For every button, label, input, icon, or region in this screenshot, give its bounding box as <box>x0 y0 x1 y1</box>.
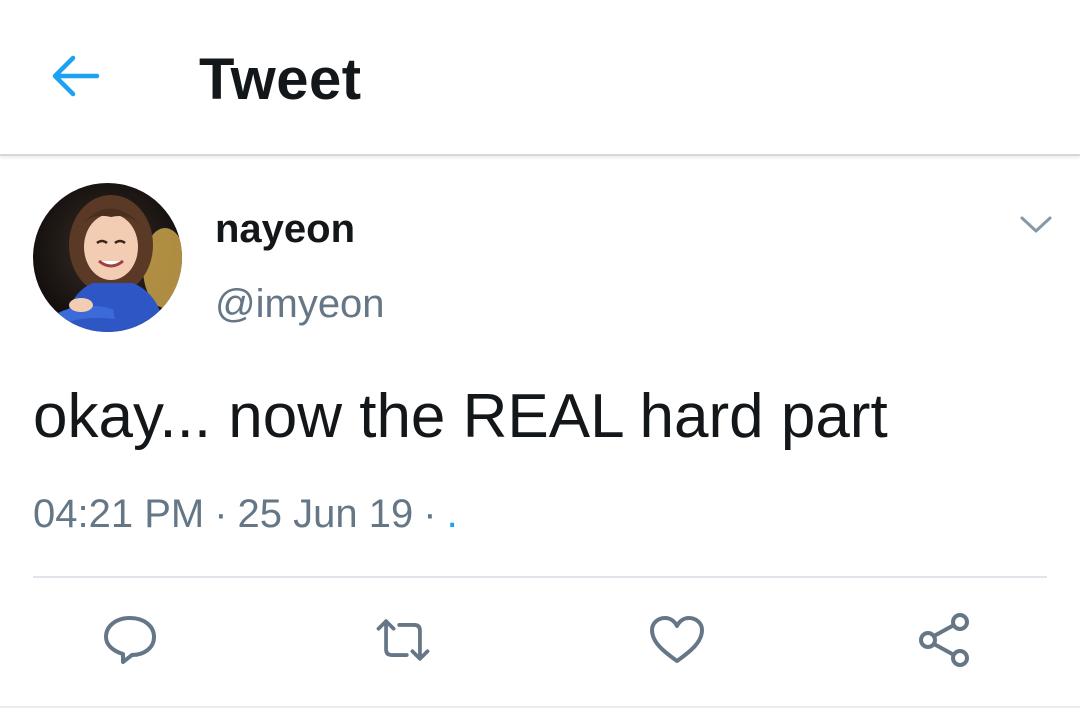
arrow-left-icon <box>52 55 100 97</box>
avatar[interactable] <box>33 183 182 332</box>
divider <box>0 706 1080 708</box>
share-button[interactable] <box>913 610 977 670</box>
like-button[interactable] <box>645 610 709 670</box>
top-app-bar: Tweet <box>0 0 1080 156</box>
back-button[interactable] <box>40 40 112 112</box>
page-title: Tweet <box>199 47 362 112</box>
heart-icon <box>650 616 704 663</box>
tweet-metadata: 04:21 PM · 25 Jun 19 ·. <box>33 489 458 539</box>
tweet-text: okay... now the REAL hard part <box>33 382 888 451</box>
tweet-date: 25 Jun 19 <box>237 492 414 536</box>
author-handle[interactable]: @imyeon <box>215 280 385 328</box>
profile-photo <box>33 183 182 332</box>
divider <box>33 576 1047 578</box>
retweet-icon <box>376 619 430 661</box>
chevron-down-icon <box>1020 216 1052 233</box>
tweet-detail-screen: Tweet nayeon @imyeon okay... now the REA… <box>0 0 1080 713</box>
retweet-button[interactable] <box>371 610 435 670</box>
tweet-time: 04:21 PM <box>33 492 205 536</box>
meta-separator: · <box>214 492 228 536</box>
tweet-source-link[interactable]: . <box>447 492 458 536</box>
share-icon <box>919 613 969 667</box>
meta-separator: · <box>423 492 437 536</box>
speech-bubble-icon <box>104 616 156 664</box>
reply-button[interactable] <box>98 610 162 670</box>
tweet-menu-button[interactable] <box>1012 205 1060 245</box>
author-display-name[interactable]: nayeon <box>215 205 355 253</box>
